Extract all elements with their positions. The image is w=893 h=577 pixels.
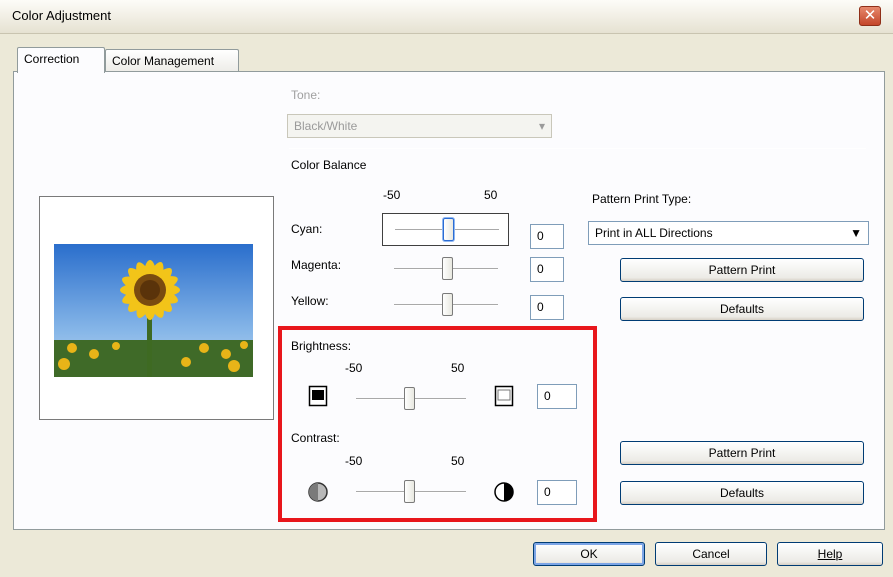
color-balance-heading: Color Balance bbox=[291, 158, 367, 172]
cyan-value: 0 bbox=[537, 229, 544, 243]
help-button[interactable]: Help bbox=[777, 542, 883, 566]
chevron-down-icon: ▼ bbox=[850, 226, 862, 240]
color-balance-max-label: 50 bbox=[484, 188, 498, 202]
preview-frame bbox=[39, 196, 274, 420]
yellow-slider-thumb[interactable] bbox=[442, 293, 453, 316]
help-button-label: Help bbox=[817, 547, 843, 561]
close-icon: ✕ bbox=[863, 7, 877, 24]
cyan-slider[interactable] bbox=[382, 213, 509, 246]
defaults-button-lower[interactable]: Defaults bbox=[620, 481, 864, 505]
yellow-label: Yellow: bbox=[291, 294, 329, 308]
yellow-value-field[interactable]: 0 bbox=[530, 295, 564, 320]
sunflower-preview-image bbox=[54, 244, 253, 377]
cancel-button-label: Cancel bbox=[692, 547, 730, 561]
pattern-print-type-select[interactable]: Print in ALL Directions ▼ bbox=[588, 221, 869, 245]
cyan-label: Cyan: bbox=[291, 222, 323, 236]
cancel-button[interactable]: Cancel bbox=[655, 542, 767, 566]
ok-button-label: OK bbox=[580, 547, 598, 561]
defaults-button-label: Defaults bbox=[719, 302, 765, 316]
magenta-slider[interactable] bbox=[382, 255, 509, 285]
color-balance-min-label: -50 bbox=[383, 188, 401, 202]
tab-correction[interactable]: Correction bbox=[17, 47, 105, 73]
close-button[interactable]: ✕ bbox=[859, 6, 881, 26]
pattern-print-button-lower-label: Pattern Print bbox=[708, 446, 776, 460]
pattern-print-button-label: Pattern Print bbox=[708, 263, 776, 277]
tab-correction-label: Correction bbox=[24, 52, 80, 66]
yellow-value: 0 bbox=[537, 300, 544, 314]
tone-select: Black/White ▾ bbox=[287, 114, 552, 138]
cyan-value-field[interactable]: 0 bbox=[530, 224, 564, 249]
tab-color-management-label: Color Management bbox=[112, 54, 215, 68]
tab-color-management[interactable]: Color Management bbox=[105, 49, 239, 73]
defaults-button[interactable]: Defaults bbox=[620, 297, 864, 321]
tone-value: Black/White bbox=[294, 119, 358, 133]
window-title: Color Adjustment bbox=[12, 8, 111, 23]
cyan-slider-thumb[interactable] bbox=[443, 218, 454, 241]
defaults-button-lower-label: Defaults bbox=[719, 486, 765, 500]
pattern-print-button[interactable]: Pattern Print bbox=[620, 258, 864, 282]
ok-button[interactable]: OK bbox=[533, 542, 645, 566]
highlight-frame bbox=[278, 326, 597, 522]
pattern-print-button-lower[interactable]: Pattern Print bbox=[620, 441, 864, 465]
magenta-slider-thumb[interactable] bbox=[442, 257, 453, 280]
magenta-label: Magenta: bbox=[291, 258, 342, 272]
magenta-value-field[interactable]: 0 bbox=[530, 257, 564, 282]
pattern-print-type-label: Pattern Print Type: bbox=[592, 192, 692, 206]
title-bar: Color Adjustment ✕ bbox=[0, 0, 893, 34]
chevron-down-icon: ▾ bbox=[538, 119, 545, 133]
yellow-slider[interactable] bbox=[382, 290, 509, 320]
magenta-value: 0 bbox=[537, 262, 544, 276]
tone-label: Tone: bbox=[291, 88, 321, 102]
separator bbox=[289, 148, 866, 149]
pattern-print-type-value: Print in ALL Directions bbox=[595, 226, 713, 240]
